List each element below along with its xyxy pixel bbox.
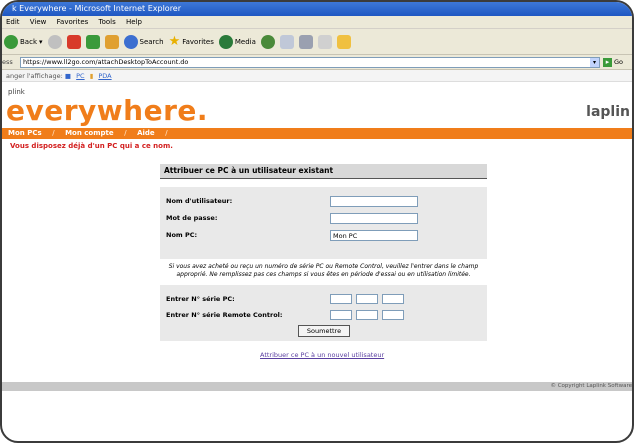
submit-button[interactable]: Soumettre: [298, 325, 350, 337]
go-arrow-icon: ▸: [603, 57, 612, 67]
login-form: Nom d'utilisateur: Mot de passe: Nom PC:…: [160, 187, 487, 259]
window-title: k Everywhere - Microsoft Internet Explor…: [12, 4, 182, 13]
view-pda-link[interactable]: PDA: [98, 72, 111, 80]
main-nav: Mon PCs / Mon compte / Aide /: [2, 128, 632, 139]
print-icon[interactable]: [298, 34, 313, 49]
pc-icon: ■: [64, 72, 72, 80]
forward-arrow-icon[interactable]: [47, 34, 62, 49]
serial-pc-label: Entrer N° série PC:: [166, 295, 235, 303]
window-titlebar: k Everywhere - Microsoft Internet Explor…: [2, 2, 632, 16]
address-label: ess: [2, 58, 13, 66]
address-input[interactable]: https://www.ll2go.com/attachDesktopToAcc…: [20, 56, 600, 68]
view-switcher: anger l'affichage: ■ PC ▮ PDA: [2, 70, 632, 82]
history-icon[interactable]: [260, 34, 275, 49]
mail-icon[interactable]: [279, 34, 294, 49]
menu-favorites[interactable]: Favorites: [57, 18, 89, 26]
error-message: Vous disposez déjà d'un PC qui a ce nom.: [10, 142, 173, 150]
nav-separator: /: [52, 129, 55, 137]
attach-panel: Attribuer ce PC à un utilisateur existan…: [160, 164, 487, 341]
footer: © Copyright Laplink Software: [2, 382, 632, 391]
menu-bar: Edit View Favorites Tools Help: [2, 16, 632, 29]
home-icon[interactable]: [104, 34, 119, 49]
folder-icon[interactable]: [336, 34, 351, 49]
view-label: anger l'affichage:: [6, 72, 63, 80]
copyright-text: © Copyright Laplink Software: [550, 383, 632, 389]
back-arrow-icon: [4, 34, 18, 49]
menu-help[interactable]: Help: [126, 18, 142, 26]
header-logo-area: plink everywhere. laplin: [2, 82, 632, 128]
password-input[interactable]: [330, 213, 418, 224]
edit-icon[interactable]: [317, 34, 332, 49]
serial-rc-label: Entrer N° série Remote Control:: [166, 311, 283, 319]
address-url: https://www.ll2go.com/attachDesktopToAcc…: [23, 58, 189, 66]
chevron-down-icon[interactable]: ▾: [590, 57, 599, 67]
panel-title: Attribuer ce PC à un utilisateur existan…: [160, 164, 487, 179]
go-button[interactable]: ▸ Go: [603, 57, 623, 67]
search-button[interactable]: Search: [123, 34, 164, 49]
pda-icon: ▮: [89, 72, 94, 80]
stop-icon[interactable]: [66, 34, 81, 49]
pc-name-input[interactable]: Mon PC: [330, 230, 418, 241]
nav-separator: /: [124, 129, 127, 137]
serial-rc-input-2[interactable]: [356, 310, 378, 320]
toolbar: Back ▾ Search ★ Favorites Media: [2, 29, 632, 55]
nav-mon-compte[interactable]: Mon compte: [65, 129, 114, 137]
search-icon: [123, 34, 138, 49]
password-label: Mot de passe:: [166, 214, 218, 222]
address-bar: ess https://www.ll2go.com/attachDesktopT…: [2, 55, 632, 70]
nav-aide[interactable]: Aide: [137, 129, 155, 137]
pc-name-label: Nom PC:: [166, 231, 198, 239]
serial-pc-input-1[interactable]: [330, 294, 352, 304]
favorites-button[interactable]: ★ Favorites: [169, 34, 214, 49]
serial-pc-input-2[interactable]: [356, 294, 378, 304]
view-pc-link[interactable]: PC: [76, 72, 84, 80]
serial-pc-input-3[interactable]: [382, 294, 404, 304]
logo-everywhere: everywhere.: [6, 94, 209, 127]
logo-laplink: laplin: [586, 104, 630, 120]
serial-rc-input-3[interactable]: [382, 310, 404, 320]
nav-separator: /: [165, 129, 168, 137]
chevron-down-icon[interactable]: ▾: [39, 38, 43, 46]
menu-view[interactable]: View: [30, 18, 47, 26]
serial-form: Entrer N° série PC: Entrer N° série Remo…: [160, 285, 487, 341]
media-icon: [218, 34, 233, 49]
star-icon: ★: [168, 34, 181, 49]
serial-rc-input-1[interactable]: [330, 310, 352, 320]
username-label: Nom d'utilisateur:: [166, 197, 233, 205]
serial-note: Si vous avez acheté ou reçu un numéro de…: [168, 263, 479, 278]
menu-edit[interactable]: Edit: [6, 18, 20, 26]
back-button[interactable]: Back ▾: [4, 34, 43, 49]
refresh-icon[interactable]: [85, 34, 100, 49]
nav-mes-pcs[interactable]: Mon PCs: [8, 129, 42, 137]
media-button[interactable]: Media: [218, 34, 256, 49]
menu-tools[interactable]: Tools: [99, 18, 116, 26]
username-input[interactable]: [330, 196, 418, 207]
new-user-link[interactable]: Attribuer ce PC à un nouvel utilisateur: [260, 351, 384, 359]
browser-window: k Everywhere - Microsoft Internet Explor…: [0, 0, 634, 443]
